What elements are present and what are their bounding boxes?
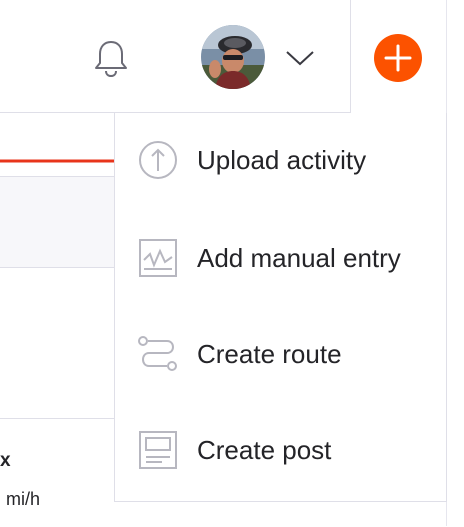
- plus-icon: [384, 44, 412, 72]
- create-menu: Upload activity Add manual entry Create …: [114, 113, 447, 502]
- route-icon: [138, 336, 177, 371]
- top-navbar: [0, 0, 351, 113]
- menu-item-add-manual-entry[interactable]: Add manual entry: [115, 223, 446, 293]
- bell-icon: [95, 41, 127, 78]
- avatar-photo: [201, 25, 265, 89]
- menu-item-label: Upload activity: [197, 145, 367, 175]
- stat-value: mi/h: [6, 489, 41, 509]
- create-button-area: [351, 0, 464, 112]
- background-panel: [0, 176, 114, 268]
- upload-icon: [139, 141, 177, 179]
- profile-menu-toggle[interactable]: [284, 48, 316, 68]
- avatar[interactable]: [201, 25, 265, 89]
- background-card: [0, 418, 114, 527]
- manual-entry-icon: [139, 239, 177, 277]
- menu-item-create-route[interactable]: Create route: [115, 319, 446, 389]
- menu-item-label: Create post: [197, 435, 332, 465]
- notifications-button[interactable]: [93, 38, 129, 78]
- menu-item-label: Create route: [197, 339, 342, 369]
- menu-item-create-post[interactable]: Create post: [115, 415, 446, 485]
- menu-item-upload-activity[interactable]: Upload activity: [115, 125, 446, 195]
- post-icon: [139, 431, 177, 469]
- chevron-down-icon: [286, 51, 314, 66]
- menu-item-label: Add manual entry: [197, 243, 401, 273]
- stat-label: x: [0, 450, 11, 471]
- create-button[interactable]: [374, 34, 422, 82]
